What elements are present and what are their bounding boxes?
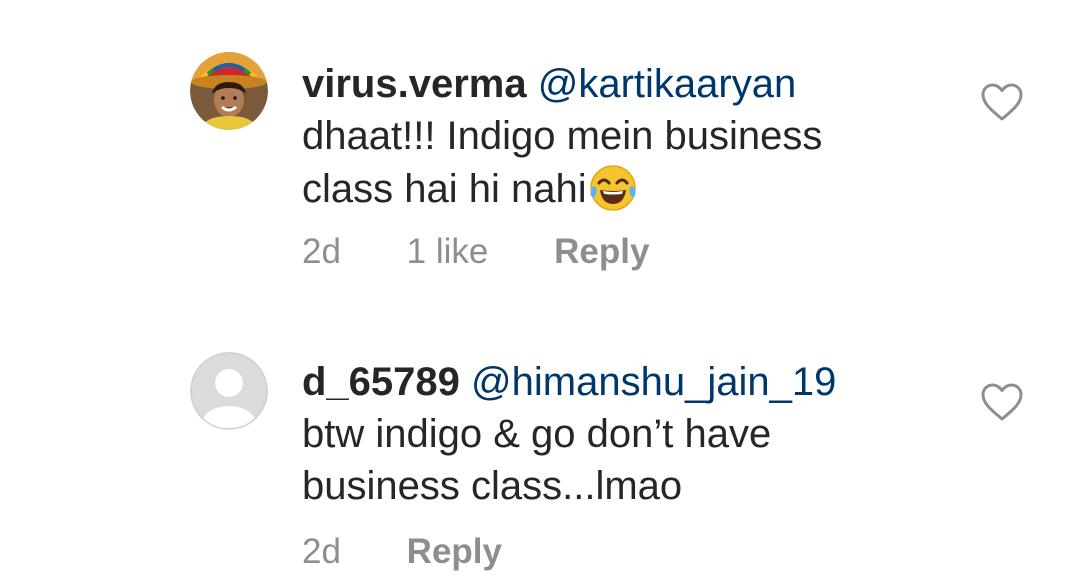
comment-body: d_65789 @himanshu_jain_19 btw indigo & g… [302, 356, 962, 512]
comment-header-line: d_65789 @himanshu_jain_19 [302, 356, 962, 408]
username-link[interactable]: virus.verma [302, 62, 527, 106]
default-avatar-icon [190, 352, 268, 430]
comment-timestamp: 2d [302, 532, 341, 571]
reply-button[interactable]: Reply [554, 232, 649, 272]
like-heart-icon[interactable] [980, 382, 1024, 422]
comment-item: virus.verma @kartikaaryan dhaat!!! Indig… [0, 0, 1080, 300]
profile-photo-icon [190, 52, 268, 130]
mention-link[interactable]: @kartikaaryan [538, 62, 796, 106]
like-heart-icon[interactable] [980, 82, 1024, 122]
comment-header-line: virus.verma @kartikaaryan [302, 58, 962, 110]
user-avatar[interactable] [190, 352, 268, 430]
username-link[interactable]: d_65789 [302, 360, 460, 404]
comment-timestamp: 2d [302, 232, 341, 271]
mention-link[interactable]: @himanshu_jain_19 [471, 360, 836, 404]
like-count-button[interactable]: 1 like [407, 232, 489, 272]
comment-text-fragment: class hai hi nahi [302, 167, 587, 211]
comment-text-line: business class...lmao [302, 464, 683, 508]
comment-text-line: btw indigo & go don’t have [302, 412, 772, 456]
reply-button[interactable]: Reply [407, 532, 502, 572]
comment-text-line: class hai hi nahi [302, 162, 962, 215]
comment-text-line: dhaat!!! Indigo mein business [302, 114, 823, 158]
comment-meta: 2d Reply [302, 532, 502, 572]
comment-meta: 2d 1 like Reply [302, 232, 649, 272]
user-avatar[interactable] [190, 52, 268, 130]
face-with-tears-of-joy-icon [589, 165, 636, 211]
comment-body: virus.verma @kartikaaryan dhaat!!! Indig… [302, 58, 962, 215]
comment-item: d_65789 @himanshu_jain_19 btw indigo & g… [0, 300, 1080, 583]
